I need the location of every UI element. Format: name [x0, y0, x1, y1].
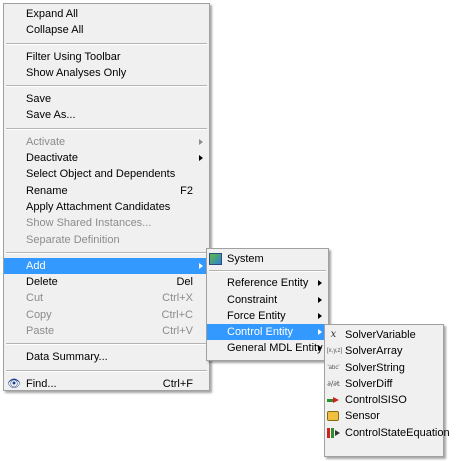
submenu-arrow-icon — [199, 155, 203, 162]
submenu-item-solver-variable[interactable]: 𝑥 SolverVariable — [325, 327, 443, 343]
menu-item-shortcut: Del — [176, 276, 193, 289]
submenu-arrow-icon — [318, 280, 322, 287]
submenu-item-control-state-equation[interactable]: ControlStateEquation — [325, 425, 450, 441]
menu-item-label: Show Analyses Only — [26, 66, 127, 79]
menu-item-label: Rename — [26, 184, 68, 197]
submenu-arrow-icon — [318, 296, 322, 303]
binoculars-icon: 👁 — [7, 377, 21, 390]
submenu-item-solver-string[interactable]: 'abc' SolverString — [325, 360, 443, 376]
control-entity-submenu: 𝑥 SolverVariable [x,y,z] SolverArray 'ab… — [324, 324, 450, 457]
menu-item-label: Force Entity — [227, 309, 286, 322]
menu-item-separate-definition[interactable]: Separate Definition — [4, 232, 209, 248]
submenu-arrow-icon — [318, 329, 322, 336]
menu-item-label: ControlStateEquation — [345, 426, 450, 439]
menu-item-show-analyses-only[interactable]: Show Analyses Only — [4, 65, 209, 81]
menu-separator — [209, 270, 326, 273]
menu-item-save-as[interactable]: Save As... — [4, 107, 209, 123]
menu-item-label: Filter Using Toolbar — [26, 50, 121, 63]
menu-item-label: Reference Entity — [227, 277, 309, 290]
menu-item-delete[interactable]: Delete Del — [4, 274, 209, 290]
menu-item-collapse-all[interactable]: Collapse All — [4, 22, 209, 38]
solver-array-icon: [x,y,z] — [327, 348, 343, 355]
menu-item-label: Copy — [26, 308, 52, 321]
menu-item-label: SolverDiff — [345, 377, 393, 390]
menu-item-shortcut: Ctrl+V — [162, 325, 193, 338]
menu-item-label: Paste — [26, 325, 55, 338]
menu-item-label: Deactivate — [26, 152, 78, 165]
control-state-equation-icon — [327, 427, 341, 439]
menu-item-shortcut: Ctrl+X — [162, 292, 193, 305]
menu-item-apply-attachment-candidates[interactable]: Apply Attachment Candidates — [4, 199, 209, 215]
menu-item-label: Sensor — [345, 410, 380, 423]
solver-string-icon: 'abc' — [327, 364, 340, 371]
menu-item-label: Find... — [26, 377, 57, 390]
menu-item-add[interactable]: Add — [4, 257, 209, 275]
context-menu: Expand All Collapse All Filter Using Too… — [3, 3, 210, 391]
add-submenu: System Reference Entity Constraint Force… — [206, 248, 329, 361]
submenu-item-sensor[interactable]: Sensor — [325, 408, 443, 424]
menu-item-label: Delete — [26, 276, 58, 289]
menu-item-label: Collapse All — [26, 24, 84, 37]
submenu-arrow-icon — [199, 138, 203, 145]
menu-separator — [6, 343, 207, 346]
menu-item-label: Select Object and Dependents — [26, 168, 176, 181]
menu-item-cut[interactable]: Cut Ctrl+X — [4, 290, 209, 306]
menu-item-label: General MDL Entity — [227, 342, 323, 355]
menu-item-activate[interactable]: Activate — [4, 134, 209, 150]
menu-item-expand-all[interactable]: Expand All — [4, 6, 209, 22]
menu-item-label: Add — [26, 259, 46, 272]
submenu-arrow-icon — [318, 312, 322, 319]
menu-item-label: SolverVariable — [345, 329, 416, 341]
menu-separator — [6, 42, 207, 45]
submenu-arrow-icon — [199, 262, 203, 269]
menu-item-shortcut: Ctrl+F — [162, 377, 193, 390]
menu-item-label: SolverArray — [345, 345, 403, 358]
menu-separator — [6, 85, 207, 88]
menu-item-save[interactable]: Save — [4, 91, 209, 107]
menu-item-paste[interactable]: Paste Ctrl+V — [4, 323, 209, 339]
menu-separator — [6, 127, 207, 130]
sensor-icon — [327, 411, 339, 422]
menu-item-select-object-and-dependents[interactable]: Select Object and Dependents — [4, 166, 209, 182]
menu-item-copy[interactable]: Copy Ctrl+C — [4, 307, 209, 323]
menu-item-label: Data Summary... — [26, 351, 108, 364]
menu-item-show-shared-instances[interactable]: Show Shared Instances... — [4, 215, 209, 231]
submenu-item-system[interactable]: System — [207, 251, 328, 267]
solver-diff-icon: ∂/∂t — [327, 379, 340, 388]
menu-item-label: Activate — [26, 135, 66, 148]
menu-item-filter-using-toolbar[interactable]: Filter Using Toolbar — [4, 49, 209, 65]
menu-item-label: Show Shared Instances... — [26, 217, 152, 230]
menu-item-deactivate[interactable]: Deactivate — [4, 150, 209, 166]
menu-item-find[interactable]: 👁 Find... Ctrl+F — [4, 376, 209, 392]
menu-item-data-summary[interactable]: Data Summary... — [4, 349, 209, 365]
menu-item-shortcut: F2 — [180, 184, 193, 197]
submenu-item-constraint[interactable]: Constraint — [207, 292, 328, 308]
control-siso-icon — [327, 394, 341, 406]
submenu-item-general-mdl-entity[interactable]: General MDL Entity — [207, 340, 328, 356]
menu-separator — [6, 251, 207, 254]
menu-item-label: Control Entity — [227, 326, 294, 339]
menu-item-shortcut: Ctrl+C — [161, 308, 193, 321]
submenu-item-force-entity[interactable]: Force Entity — [207, 308, 328, 324]
menu-item-label: Separate Definition — [26, 233, 120, 246]
submenu-arrow-icon — [318, 345, 322, 352]
menu-item-label: SolverString — [345, 361, 405, 374]
submenu-item-reference-entity[interactable]: Reference Entity — [207, 275, 328, 291]
menu-item-label: Save — [26, 93, 52, 106]
menu-item-label: Expand All — [26, 8, 78, 20]
menu-item-rename[interactable]: Rename F2 — [4, 183, 209, 199]
menu-separator — [6, 369, 207, 372]
submenu-item-solver-diff[interactable]: ∂/∂t SolverDiff — [325, 376, 443, 392]
menu-item-label: Constraint — [227, 293, 278, 306]
submenu-item-control-siso[interactable]: ControlSISO — [325, 392, 443, 408]
submenu-item-control-entity[interactable]: Control Entity — [207, 324, 328, 341]
menu-item-label: Apply Attachment Candidates — [26, 200, 171, 213]
menu-item-label: System — [227, 253, 264, 265]
menu-item-label: ControlSISO — [345, 394, 407, 407]
submenu-item-solver-array[interactable]: [x,y,z] SolverArray — [325, 343, 443, 359]
menu-item-label: Save As... — [26, 109, 76, 122]
menu-item-label: Cut — [26, 292, 44, 305]
solver-variable-icon: 𝑥 — [330, 329, 337, 340]
system-icon — [209, 253, 222, 265]
